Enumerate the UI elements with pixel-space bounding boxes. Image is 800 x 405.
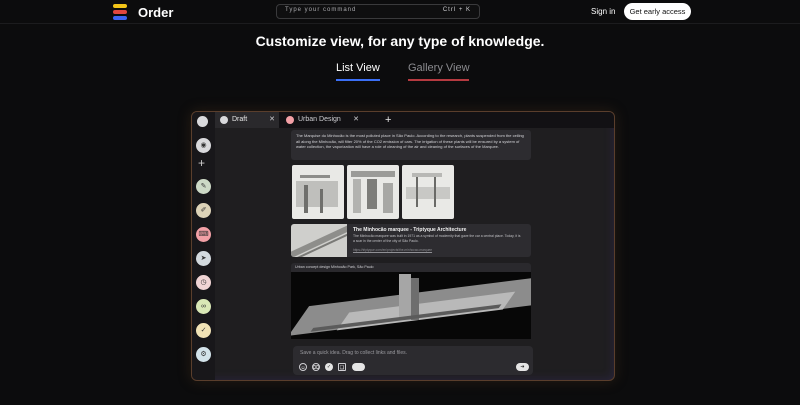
link-thumbnail bbox=[291, 224, 347, 257]
tag-icon bbox=[286, 116, 294, 124]
keyboard-icon[interactable]: ⌨ bbox=[196, 227, 211, 242]
send-arrow-icon[interactable]: ➜ bbox=[516, 363, 529, 371]
command-shortcut: Ctrl + K bbox=[442, 7, 471, 13]
close-icon[interactable]: ✕ bbox=[353, 112, 359, 128]
crop-icon[interactable]: ❏ bbox=[338, 363, 346, 371]
alarm-icon[interactable]: ◷ bbox=[196, 275, 211, 290]
link-description: The Minhocão marquee was built in 1971 a… bbox=[353, 234, 521, 243]
sidebar: ◉ + ✎ ✐ ⌨ ➤ ◷ ∞ ✓ ⚙ bbox=[192, 112, 215, 380]
quick-idea-composer[interactable]: Save a quick idea. Drag to collect links… bbox=[293, 346, 533, 375]
command-placeholder: Type your command bbox=[285, 7, 357, 13]
check-icon[interactable]: ✓ bbox=[325, 363, 333, 371]
check-icon[interactable]: ✓ bbox=[196, 323, 211, 338]
render-card[interactable]: Urban concept design Minhocão Park, São … bbox=[291, 263, 531, 339]
sketch-image-3[interactable] bbox=[402, 165, 454, 219]
brand-name[interactable]: Order bbox=[138, 5, 173, 20]
top-nav: Order Type your command Ctrl + K Sign in… bbox=[0, 0, 800, 24]
circle-dot-icon bbox=[220, 116, 228, 124]
tab-bar: Draft ✕ Urban Design ✕ + bbox=[215, 112, 614, 128]
tab-urban-design-label: Urban Design bbox=[298, 116, 341, 123]
tab-list-view[interactable]: List View bbox=[336, 62, 380, 74]
attach-icon[interactable]: ⌧ bbox=[312, 363, 320, 371]
close-icon[interactable]: ✕ bbox=[269, 112, 275, 128]
list-view-underline bbox=[336, 79, 380, 81]
gear-icon[interactable]: ⚙ bbox=[196, 347, 211, 362]
link-url[interactable]: https://triptyque.com/en/projects/the-mi… bbox=[353, 248, 432, 252]
sketch-image-2[interactable] bbox=[347, 165, 399, 219]
link-title[interactable]: The Minhocão marquee - Triptyque Archite… bbox=[353, 227, 466, 233]
sign-in-link[interactable]: Sign in bbox=[591, 7, 615, 16]
order-logo-icon[interactable] bbox=[113, 4, 127, 20]
sketch-image-1[interactable] bbox=[292, 165, 344, 219]
new-tab-plus-icon[interactable]: + bbox=[385, 112, 391, 128]
link-icon[interactable]: ∞ bbox=[196, 299, 211, 314]
pill-icon[interactable] bbox=[352, 363, 365, 371]
tab-gallery-view[interactable]: Gallery View bbox=[408, 62, 470, 74]
rocket-icon[interactable]: ➤ bbox=[196, 251, 211, 266]
render-image bbox=[291, 272, 531, 339]
composer-placeholder: Save a quick idea. Drag to collect links… bbox=[300, 350, 407, 356]
plus-icon[interactable]: + bbox=[198, 156, 205, 170]
tab-urban-design[interactable]: Urban Design ✕ bbox=[281, 112, 363, 128]
app-window: ◉ + ✎ ✐ ⌨ ➤ ◷ ∞ ✓ ⚙ Draft ✕ Urban Design… bbox=[191, 111, 615, 381]
emoji-icon[interactable]: ☺ bbox=[299, 363, 307, 371]
pencil-icon[interactable]: ✎ bbox=[196, 179, 211, 194]
brush-icon[interactable]: ✐ bbox=[196, 203, 211, 218]
command-input[interactable]: Type your command Ctrl + K bbox=[276, 4, 480, 19]
avatar[interactable] bbox=[197, 116, 208, 127]
tab-draft[interactable]: Draft ✕ bbox=[215, 112, 279, 128]
tab-draft-label: Draft bbox=[232, 116, 248, 123]
note-card[interactable]: The Marquise du Minhocão is the most pol… bbox=[291, 130, 531, 160]
gallery-view-underline bbox=[408, 79, 469, 81]
eye-icon[interactable]: ◉ bbox=[196, 138, 211, 153]
link-preview-card[interactable]: The Minhocão marquee - Triptyque Archite… bbox=[291, 224, 531, 257]
hero-headline: Customize view, for any type of knowledg… bbox=[255, 33, 545, 49]
render-caption: Urban concept design Minhocão Park, São … bbox=[295, 265, 374, 269]
get-early-access-button[interactable]: Get early access bbox=[624, 3, 691, 20]
